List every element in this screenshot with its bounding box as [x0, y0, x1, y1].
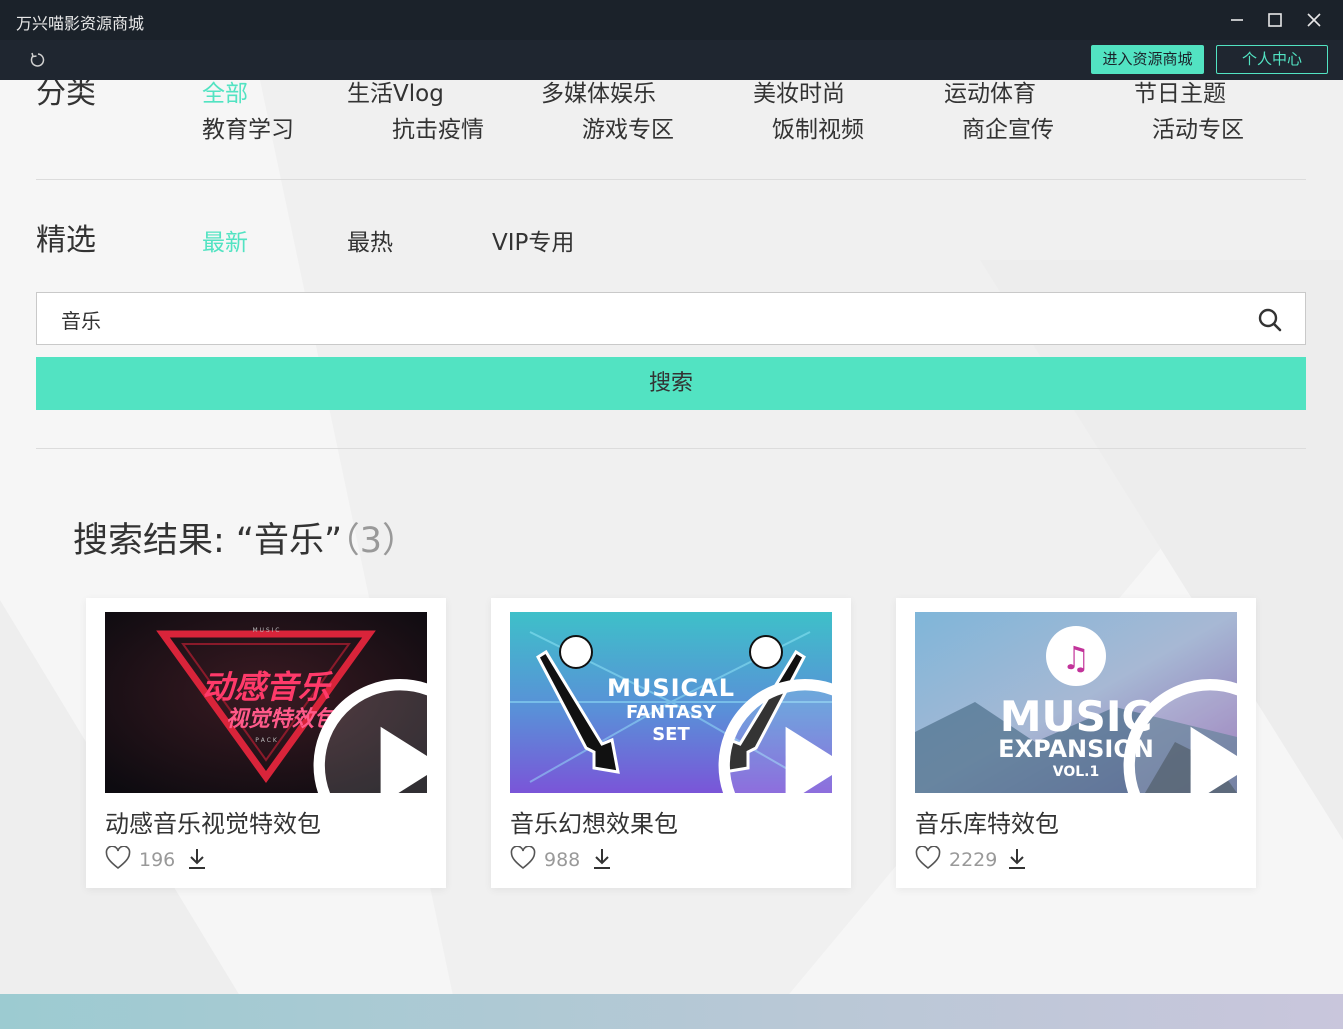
result-card[interactable]: M U S I C 动感音乐 视觉特效包 P A C K 动感音乐视觉特效包 1…: [86, 598, 446, 888]
category-sports[interactable]: 运动体育: [944, 80, 1036, 108]
tab-hottest[interactable]: 最热: [347, 223, 393, 257]
play-icon[interactable]: [239, 675, 427, 793]
category-gaming[interactable]: 游戏专区: [582, 110, 674, 144]
category-beauty-fashion[interactable]: 美妆时尚: [753, 80, 845, 108]
card-title[interactable]: 音乐幻想效果包: [510, 804, 678, 839]
result-card[interactable]: MUSICAL FANTASY SET 音乐幻想效果包 988: [491, 598, 851, 888]
category-multimedia[interactable]: 多媒体娱乐: [541, 80, 656, 108]
heart-icon[interactable]: [105, 846, 131, 870]
refresh-icon[interactable]: [28, 50, 48, 70]
category-epidemic[interactable]: 抗击疫情: [392, 110, 484, 144]
heart-icon[interactable]: [915, 846, 941, 870]
featured-label: 精选: [36, 223, 96, 258]
toolbar: 进入资源商城 个人中心: [0, 40, 1343, 80]
results-title: 搜索结果: “音乐”: [73, 521, 343, 561]
thumb-small-top: M U S I C: [253, 627, 280, 634]
maximize-icon[interactable]: [1263, 8, 1287, 32]
category-holiday[interactable]: 节日主题: [1134, 80, 1226, 108]
card-title[interactable]: 动感音乐视觉特效包: [105, 804, 321, 839]
category-events[interactable]: 活动专区: [1152, 110, 1244, 144]
card-thumbnail[interactable]: MUSICAL FANTASY SET: [510, 612, 832, 793]
search-icon[interactable]: [1257, 307, 1283, 333]
play-icon[interactable]: [644, 675, 832, 793]
results-count: （3）: [342, 521, 417, 561]
category-life-vlog[interactable]: 生活Vlog: [347, 80, 444, 108]
like-count: 196: [139, 849, 176, 871]
search-button[interactable]: 搜索: [36, 357, 1306, 410]
title-bar: 万兴喵影资源商城: [0, 0, 1343, 40]
personal-center-button[interactable]: 个人中心: [1216, 45, 1328, 74]
download-icon[interactable]: [1007, 847, 1027, 871]
tab-newest[interactable]: 最新: [202, 223, 248, 257]
category-business[interactable]: 商企宣传: [962, 110, 1054, 144]
play-icon[interactable]: [1049, 675, 1237, 793]
category-label: 分类: [36, 80, 96, 111]
svg-text:♫: ♫: [1062, 639, 1091, 677]
tab-vip[interactable]: VIP专用: [492, 223, 574, 257]
search-box: [36, 292, 1306, 345]
enter-store-button[interactable]: 进入资源商城: [1091, 45, 1204, 74]
results-heading: 搜索结果: “音乐”（3）: [73, 512, 417, 563]
card-title[interactable]: 音乐库特效包: [915, 804, 1059, 839]
like-count: 2229: [949, 849, 998, 871]
heart-icon[interactable]: [510, 846, 536, 870]
footer-banner: [0, 994, 1343, 1029]
window-title: 万兴喵影资源商城: [16, 14, 145, 33]
result-card[interactable]: ♫ MUSIC EXPANSION VOL.1 音乐库特效包 2229: [896, 598, 1256, 888]
download-icon[interactable]: [592, 847, 612, 871]
category-education[interactable]: 教育学习: [202, 110, 294, 144]
category-all[interactable]: 全部: [202, 80, 248, 108]
like-count: 988: [544, 849, 581, 871]
card-thumbnail[interactable]: M U S I C 动感音乐 视觉特效包 P A C K: [105, 612, 427, 793]
minimize-icon[interactable]: [1225, 8, 1249, 32]
divider: [36, 179, 1306, 180]
search-input[interactable]: [61, 305, 1211, 333]
card-thumbnail[interactable]: ♫ MUSIC EXPANSION VOL.1: [915, 612, 1237, 793]
divider: [36, 448, 1306, 449]
category-fan-video[interactable]: 饭制视频: [772, 110, 864, 144]
main-content: 分类 全部 生活Vlog 多媒体娱乐 美妆时尚 运动体育 节日主题 教育学习 抗…: [0, 80, 1343, 1029]
download-icon[interactable]: [187, 847, 207, 871]
close-icon[interactable]: [1302, 8, 1326, 32]
